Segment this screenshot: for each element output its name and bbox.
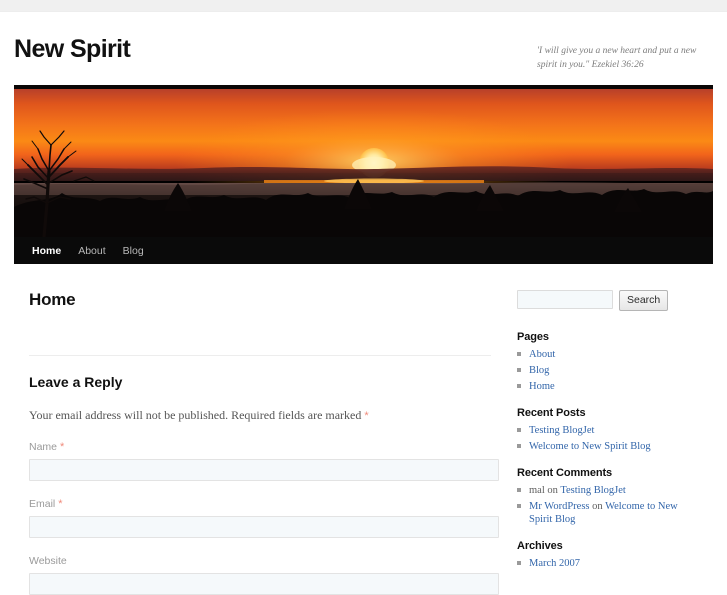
widget-link[interactable]: Testing BlogJet	[529, 425, 594, 436]
leave-a-reply-heading: Leave a Reply	[29, 374, 123, 390]
site-tagline: 'I will give you a new heart and put a n…	[537, 46, 697, 70]
search-input[interactable]	[517, 290, 613, 309]
label-name: Name *	[29, 441, 65, 453]
list-item: Home	[517, 380, 698, 393]
site-header: New Spirit 'I will give you a new heart …	[14, 13, 713, 85]
widget-title: Pages	[517, 331, 549, 343]
widget-link[interactable]: Home	[529, 381, 555, 392]
field-block-name: Name *	[29, 441, 499, 481]
widget-list: March 2007	[517, 557, 698, 570]
list-item: March 2007	[517, 557, 698, 570]
main-navigation[interactable]: Home About Blog	[14, 237, 713, 264]
widget-title: Archives	[517, 540, 563, 552]
sidebar: Search Pages About Blog Home Recent Posts Tes…	[501, 290, 698, 595]
field-block-email: Email *	[29, 498, 499, 538]
name-input[interactable]	[29, 459, 499, 481]
nav-item-about[interactable]: About	[78, 245, 105, 257]
comment-form-fields: Name * Email * Website	[29, 441, 499, 595]
search-button[interactable]: Search	[619, 290, 669, 311]
widget-text: mal	[529, 485, 545, 496]
widget-link[interactable]: Testing BlogJet	[560, 485, 625, 496]
list-item: Mr WordPress on Welcome to New Spirit Bl…	[517, 500, 698, 526]
search-form[interactable]: Search	[517, 290, 698, 311]
page-title: Home	[29, 290, 76, 309]
nav-item-blog[interactable]: Blog	[123, 245, 144, 257]
page-container: New Spirit 'I will give you a new heart …	[14, 13, 713, 595]
comment-notes: Your email address will not be published…	[29, 407, 491, 424]
widget-pages: Pages About Blog Home	[517, 331, 698, 393]
required-asterisk: *	[364, 410, 369, 422]
browser-top-strip	[0, 0, 727, 12]
widget-recent-comments: Recent Comments mal on Testing BlogJet Mr …	[517, 467, 698, 526]
sunset-photo	[14, 85, 713, 237]
list-item: About	[517, 348, 698, 361]
list-item: Testing BlogJet	[517, 424, 698, 437]
widget-recent-posts: Recent Posts Testing BlogJet Welcome to Ne…	[517, 407, 698, 453]
field-block-website: Website	[29, 555, 499, 595]
required-asterisk: *	[60, 441, 65, 453]
nav-item-home[interactable]: Home	[32, 245, 61, 257]
list-item: Blog	[517, 364, 698, 377]
label-website: Website	[29, 555, 67, 567]
widget-link[interactable]: March 2007	[529, 558, 580, 569]
widget-list: Testing BlogJet Welcome to New Spirit Blo…	[517, 424, 698, 453]
label-email: Email *	[29, 498, 63, 510]
list-item: mal on Testing BlogJet	[517, 484, 698, 497]
widget-text: on	[544, 485, 561, 496]
list-item: Welcome to New Spirit Blog	[517, 440, 698, 453]
main-content-column: Home Leave a Reply Your email address wi…	[14, 290, 501, 595]
content-wrapper: Home Leave a Reply Your email address wi…	[14, 264, 713, 595]
content-divider	[29, 355, 491, 356]
header-banner-image	[14, 85, 713, 237]
website-input[interactable]	[29, 573, 499, 595]
widget-title: Recent Comments	[517, 467, 613, 479]
site-title[interactable]: New Spirit	[14, 37, 131, 62]
widget-link[interactable]: Mr WordPress	[529, 501, 590, 512]
widget-text: on	[589, 501, 606, 512]
comment-notes-text: Your email address will not be published…	[29, 408, 362, 422]
required-asterisk: *	[58, 498, 63, 510]
sidebar-widgets: Pages About Blog Home Recent Posts Testing Bl…	[517, 331, 698, 570]
widget-link[interactable]: Welcome to New Spirit Blog	[529, 441, 651, 452]
widget-link[interactable]: About	[529, 349, 555, 360]
email-input[interactable]	[29, 516, 499, 538]
widget-title: Recent Posts	[517, 407, 586, 419]
widget-link[interactable]: Blog	[529, 365, 549, 376]
widget-list: About Blog Home	[517, 348, 698, 393]
widget-list: mal on Testing BlogJet Mr WordPress on We…	[517, 484, 698, 526]
